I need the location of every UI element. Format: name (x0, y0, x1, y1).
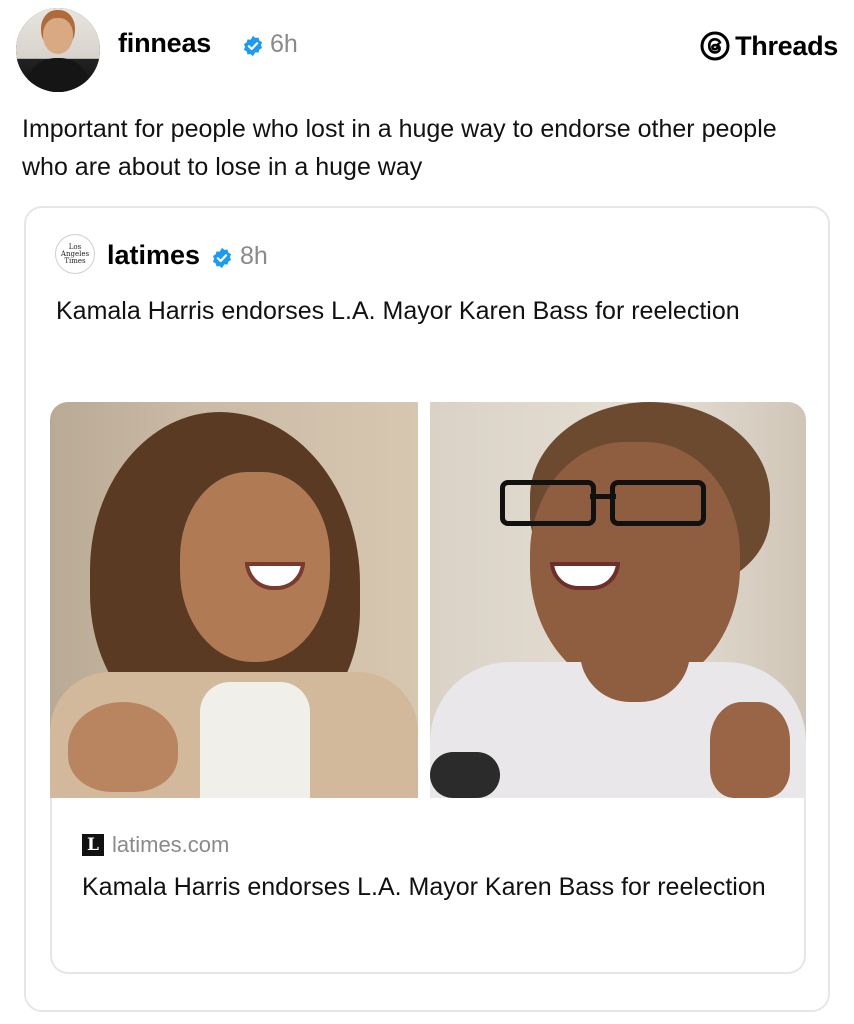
post-header: finneas 6h Threads (16, 8, 838, 92)
threads-branding: Threads (699, 30, 838, 62)
username[interactable]: finneas (118, 28, 211, 59)
post-text: Important for people who lost in a huge … (22, 115, 777, 181)
quoted-timestamp: 8h (240, 242, 268, 270)
avatar[interactable] (16, 8, 100, 92)
link-title[interactable]: Kamala Harris endorses L.A. Mayor Karen … (82, 866, 782, 908)
quoted-username[interactable]: latimes (107, 240, 200, 271)
quoted-avatar[interactable]: Los Angeles Times (55, 234, 95, 274)
threads-logo-icon (700, 31, 730, 61)
link-domain[interactable]: latimes.com (112, 832, 229, 858)
verified-badge-icon (212, 247, 232, 269)
photo-right-panel (430, 402, 806, 798)
latimes-favicon-icon: L (82, 834, 104, 856)
post-timestamp: 6h (270, 30, 298, 58)
quoted-post-text: Kamala Harris endorses L.A. Mayor Karen … (56, 297, 740, 325)
link-preview-footer[interactable]: L latimes.com Kamala Harris endorses L.A… (50, 798, 806, 974)
link-preview-image[interactable] (50, 402, 806, 798)
quoted-post-card[interactable]: Los Angeles Times latimes 8h Kamala Harr… (24, 206, 830, 1012)
photo-left-panel (50, 402, 418, 798)
verified-badge-icon (243, 35, 263, 57)
threads-wordmark: Threads (735, 30, 838, 61)
